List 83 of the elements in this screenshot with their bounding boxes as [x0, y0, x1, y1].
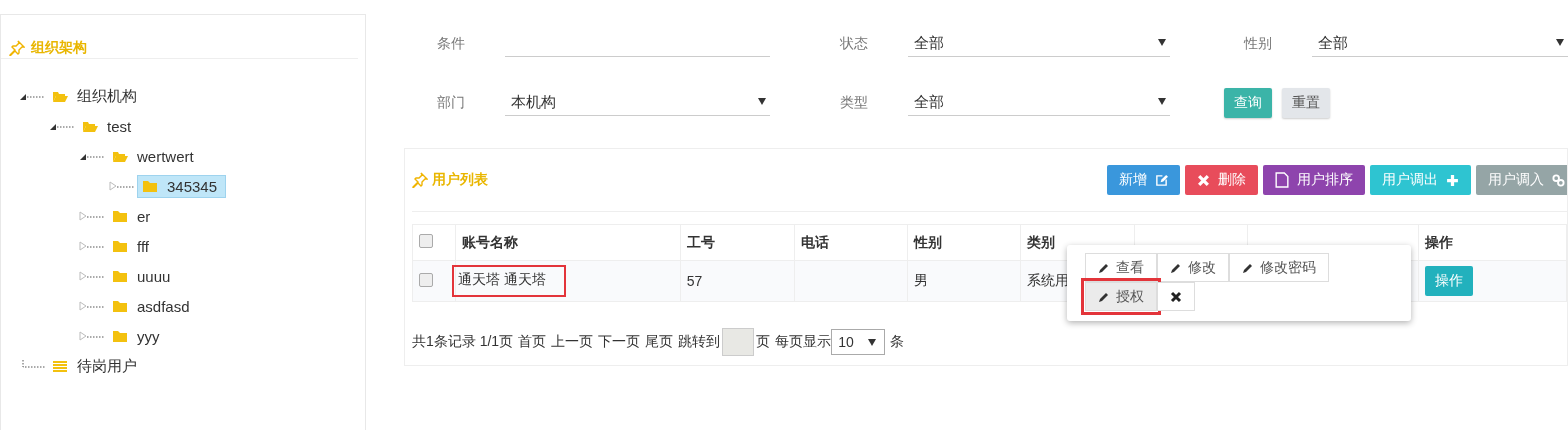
folder-icon — [112, 239, 128, 253]
tree-item[interactable]: fff — [107, 234, 158, 258]
select-field[interactable]: 全部 — [1312, 30, 1568, 57]
record-summary: 共1条记录 1/1页 — [412, 333, 514, 351]
panel-title: 用户列表 — [432, 171, 488, 189]
tree-switch-icon[interactable] — [79, 270, 105, 282]
column-header: 操作 — [1424, 233, 1453, 250]
select-field[interactable]: 本机构 — [505, 89, 770, 116]
tree-switch-icon[interactable] — [79, 300, 105, 312]
select-field[interactable]: 全部 — [908, 30, 1170, 57]
caret-icon — [1158, 38, 1166, 46]
pin-icon — [9, 39, 25, 56]
toolbar-button[interactable]: 用户排序 — [1263, 165, 1365, 195]
folder-icon — [112, 209, 128, 223]
folder-icon — [112, 329, 128, 343]
tree-item[interactable]: wertwert — [107, 144, 203, 168]
folder-icon — [52, 89, 68, 103]
tree-item[interactable]: er — [107, 204, 160, 228]
tree-item[interactable]: uuuu — [107, 264, 180, 288]
per-page-select[interactable]: 10 — [831, 329, 886, 355]
page-unit: 页 — [756, 333, 771, 351]
prev-page-link[interactable]: 上一页 — [551, 333, 594, 351]
column-header: 类别 — [1027, 233, 1056, 250]
folder-icon — [82, 119, 98, 133]
folder-icon — [112, 149, 128, 163]
menu-button[interactable]: 修改密码 — [1229, 253, 1329, 282]
pencil-icon — [1170, 261, 1182, 274]
pencil-icon — [1098, 290, 1110, 303]
close-button[interactable] — [1157, 282, 1195, 311]
per-page-label: 每页显示 — [775, 333, 832, 351]
pencil-icon — [1242, 261, 1254, 274]
tree-item[interactable]: 组织机构 — [47, 83, 146, 109]
filter-label: 状态 — [840, 34, 869, 53]
menu-button[interactable]: 修改 — [1157, 253, 1229, 282]
folder-icon — [112, 269, 128, 283]
tree-item[interactable]: test — [77, 114, 141, 138]
plus-icon — [1446, 173, 1459, 187]
tree-switch-icon[interactable] — [79, 210, 105, 222]
last-page-link[interactable]: 尾页 — [645, 333, 674, 351]
pin-icon — [412, 172, 428, 188]
jump-label: 跳转到 — [678, 333, 721, 351]
column-header: 账号名称 — [461, 233, 518, 250]
filter-label: 部门 — [437, 93, 466, 112]
reset-button[interactable]: 重置 — [1282, 87, 1330, 118]
table-cell: 系统用 — [1027, 272, 1070, 288]
filter-label: 性别 — [1244, 34, 1273, 53]
select-field[interactable]: 全部 — [908, 89, 1170, 116]
link-icon — [1552, 173, 1565, 187]
caret-icon — [1158, 97, 1166, 105]
caret-icon — [1556, 38, 1564, 46]
caret-icon — [758, 97, 766, 105]
edit-icon — [1155, 173, 1168, 187]
row-checkbox[interactable] — [419, 272, 433, 287]
folder-icon — [142, 179, 158, 193]
close-icon — [1170, 290, 1182, 303]
table-cell: 男 — [913, 272, 928, 288]
page-input[interactable] — [722, 328, 755, 356]
select-all-checkbox[interactable] — [419, 234, 433, 248]
tree-switch-icon[interactable] — [109, 180, 135, 192]
tree-switch-icon[interactable] — [79, 330, 105, 342]
list-icon — [52, 359, 68, 373]
first-page-link[interactable]: 首页 — [518, 333, 547, 351]
column-header: 工号 — [686, 233, 715, 250]
tree-item[interactable]: asdfasd — [107, 294, 199, 318]
filter-label: 条件 — [437, 34, 466, 53]
table-cell: 57 — [686, 273, 703, 289]
sidebar-title: 组织架构 — [31, 38, 87, 57]
folder-icon — [112, 299, 128, 313]
column-header: 性别 — [913, 233, 942, 250]
filter-label: 类型 — [840, 93, 869, 112]
column-header: 电话 — [801, 233, 830, 250]
per-page-unit: 条 — [890, 333, 905, 351]
menu-button[interactable]: 查看 — [1085, 253, 1157, 282]
tree-item[interactable]: 345345 — [137, 174, 227, 198]
tree-item[interactable]: 待岗用户 — [47, 353, 146, 379]
toolbar-button[interactable]: 删除 — [1185, 165, 1258, 195]
tree-switch-icon[interactable] — [79, 240, 105, 252]
table-cell: 通天塔 通天塔 — [451, 265, 566, 297]
close-icon — [1197, 173, 1210, 187]
pencil-icon — [1098, 261, 1110, 274]
next-page-link[interactable]: 下一页 — [598, 333, 641, 351]
tree-item[interactable]: yyy — [107, 324, 169, 348]
document-icon — [1275, 171, 1289, 189]
